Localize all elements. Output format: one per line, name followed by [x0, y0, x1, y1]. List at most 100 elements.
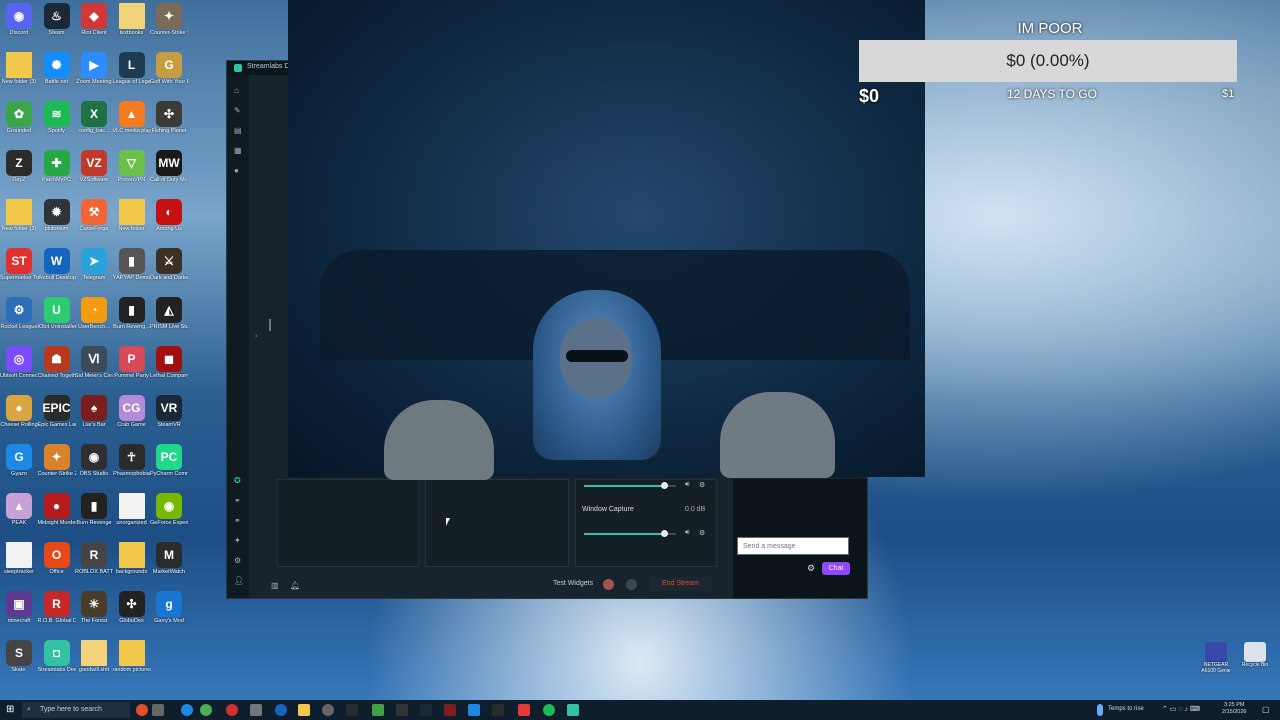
desktop-icon[interactable]: O Office: [38, 542, 76, 575]
taskbar-app-icon[interactable]: [250, 704, 262, 716]
desktop-icon[interactable]: ☥ Phasmophobia: [113, 444, 151, 477]
notification-center-icon[interactable]: ▢: [1262, 705, 1270, 714]
mixer-settings-icon[interactable]: ⚙: [699, 529, 705, 537]
taskbar-app-icon[interactable]: [298, 704, 310, 716]
desktop-icon[interactable]: ▮ Burn Reveng...: [113, 297, 151, 330]
replay-buffer-button[interactable]: [626, 579, 637, 590]
desktop-icon[interactable]: ▮ Burn Revenge: [75, 493, 113, 526]
desktop-icon[interactable]: ☗Chained Together: [38, 346, 76, 379]
desktop-icon-recycle-bin[interactable]: Recycle Bin: [1240, 642, 1270, 668]
desktop-icon[interactable]: random pictures: [113, 640, 151, 673]
desktop-icon[interactable]: ◐ Among Us: [150, 199, 188, 232]
taskbar-app-icon[interactable]: [468, 704, 480, 716]
desktop-icon[interactable]: ♠ Liar's Bar: [75, 395, 113, 428]
desktop-icon[interactable]: VR SteamVR: [150, 395, 188, 428]
mixer-slider-knob[interactable]: [660, 482, 668, 489]
desktop-icon[interactable]: ◭PRISM Live Studio: [150, 297, 188, 330]
ideas-icon[interactable]: ✪: [234, 477, 242, 485]
volume-icon[interactable]: 🔊︎: [685, 481, 689, 489]
weather-text[interactable]: Temps to rise: [1108, 706, 1144, 712]
taskbar-app-icon[interactable]: [567, 704, 579, 716]
desktop-icon[interactable]: New folder (2): [0, 199, 38, 232]
taskbar-app-icon[interactable]: [322, 704, 334, 716]
desktop-icon[interactable]: ◼ Lethal Company: [150, 346, 188, 379]
desktop-icon[interactable]: ✺ Battle.net: [38, 52, 76, 85]
settings-icon[interactable]: ⚙: [234, 557, 242, 565]
desktop-icon[interactable]: ▶ Zoom Meeting: [75, 52, 113, 85]
desktop-icon[interactable]: ✿ Grounded: [0, 101, 38, 134]
desktop-icon[interactable]: Xconfig_bac...: [75, 101, 113, 134]
home-icon[interactable]: ⌂: [234, 87, 242, 95]
desktop-icon[interactable]: ✣ GloboDex: [113, 591, 151, 624]
desktop-icon[interactable]: New folder: [113, 199, 151, 232]
taskbar-app-icon[interactable]: [444, 704, 456, 716]
desktop-icon[interactable]: W Webull Desktop: [38, 248, 76, 281]
taskbar-app-icon[interactable]: [152, 704, 164, 716]
desktop-icon[interactable]: ✦Counter-Strike Source: [150, 3, 188, 36]
notification-icon[interactable]: 🔔︎: [290, 581, 300, 590]
chat-settings-icon[interactable]: ⚙: [807, 563, 815, 574]
mixer-slider-knob[interactable]: [660, 530, 668, 537]
desktop-icon[interactable]: ✦ Counter-Strike 2: [38, 444, 76, 477]
desktop-icon[interactable]: ◎ Ubisoft Connect: [0, 346, 38, 379]
mixer-slider-1[interactable]: [584, 482, 676, 489]
windows-start-icon[interactable]: ⊞: [6, 705, 14, 715]
desktop-icon[interactable]: ▲ PEAK: [0, 493, 38, 526]
desktop-icon[interactable]: backgrounds: [113, 542, 151, 575]
taskbar-app-icon[interactable]: [181, 704, 193, 716]
desktop-icon[interactable]: g Garry's Mod: [150, 591, 188, 624]
desktop-icon[interactable]: EPICEpic Games Launcher: [38, 395, 76, 428]
apps-icon[interactable]: ▦: [234, 147, 242, 155]
volume-icon[interactable]: 🔊︎: [685, 529, 689, 537]
desktop-icon[interactable]: Z DayZ: [0, 150, 38, 183]
desktop-icon[interactable]: U IObit Uninstaller: [38, 297, 76, 330]
desktop-icon[interactable]: ⚙ Rocket League: [0, 297, 38, 330]
chat-send-button[interactable]: Chat: [822, 562, 850, 575]
mixer-settings-icon[interactable]: ⚙: [699, 481, 705, 489]
taskbar-app-icon[interactable]: [420, 704, 432, 716]
record-icon[interactable]: ●: [234, 167, 242, 175]
desktop-icon[interactable]: M MarketWatch: [150, 542, 188, 575]
desktop-icon-netgear[interactable]: NETGEAR A6100 Genie: [1201, 642, 1231, 674]
magic-icon[interactable]: ✦: [234, 537, 242, 545]
desktop-icon[interactable]: ● Cheese Rolling: [0, 395, 38, 428]
taskbar-search[interactable]: ⌕ Type here to search: [22, 702, 130, 718]
taskbar-app-icon[interactable]: [543, 704, 555, 716]
themes-icon[interactable]: ✎: [234, 107, 242, 115]
desktop-icon[interactable]: ◔ UserBench...: [75, 297, 113, 330]
desktop-icon[interactable]: ☀ The Forest: [75, 591, 113, 624]
desktop-icon[interactable]: goodwill shit: [75, 640, 113, 673]
desktop-icon[interactable]: ▣ minecraft: [0, 591, 38, 624]
desktop-icon[interactable]: RROBLOX BATTLEGR...: [75, 542, 113, 575]
desktop-icon[interactable]: G Gyazo: [0, 444, 38, 477]
desktop-icon[interactable]: GGolf With Your Friends: [150, 52, 188, 85]
desktop-icon[interactable]: P Pummel Party: [113, 346, 151, 379]
desktop-icon[interactable]: ⅥSid Meier's Civilization VI: [75, 346, 113, 379]
desktop-icon[interactable]: MWCall of Duty Modern...: [150, 150, 188, 183]
chat-message-input[interactable]: [737, 537, 849, 555]
desktop-icon[interactable]: ⚒ CurseForge: [75, 199, 113, 232]
desktop-icon[interactable]: VZ VZSoftware: [75, 150, 113, 183]
record-button[interactable]: [603, 579, 614, 590]
test-widgets-button[interactable]: Test Widgets: [553, 580, 593, 587]
mixer-slider-2[interactable]: [584, 530, 676, 537]
desktop-icon[interactable]: ◉ Discord: [0, 3, 38, 36]
taskbar-app-icon[interactable]: [200, 704, 212, 716]
tray-icons[interactable]: ⌃ ▭ ◌ ♪ ⌨: [1162, 705, 1200, 713]
desktop-icon[interactable]: RR.O.B. Global Domination: [38, 591, 76, 624]
desktop-icon[interactable]: ⚔Dark and Darker A5: [150, 248, 188, 281]
desktop-icon[interactable]: ●Midnight Murder Club: [38, 493, 76, 526]
desktop-icon[interactable]: S Skate.: [0, 640, 38, 673]
taskbar-app-icon[interactable]: [372, 704, 384, 716]
taskbar-clock[interactable]: 3:25 PM 2/15/2026: [1222, 702, 1246, 716]
desktop-icon[interactable]: ▲VLC media player: [113, 101, 151, 134]
taskbar-app-icon[interactable]: [492, 704, 504, 716]
desktop-icon[interactable]: LLeague of Legends: [113, 52, 151, 85]
desktop-icon[interactable]: ◘Streamlabs Desktop: [38, 640, 76, 673]
desktop-icon[interactable]: ➤ Telegram: [75, 248, 113, 281]
desktop-icon[interactable]: STSupermarket Together: [0, 248, 38, 281]
taskbar-app-icon[interactable]: [396, 704, 408, 716]
scroll-handle[interactable]: [269, 319, 271, 331]
desktop-icon[interactable]: CG Crab Game: [113, 395, 151, 428]
desktop-icon[interactable]: ◉GeForce Experience: [150, 493, 188, 526]
